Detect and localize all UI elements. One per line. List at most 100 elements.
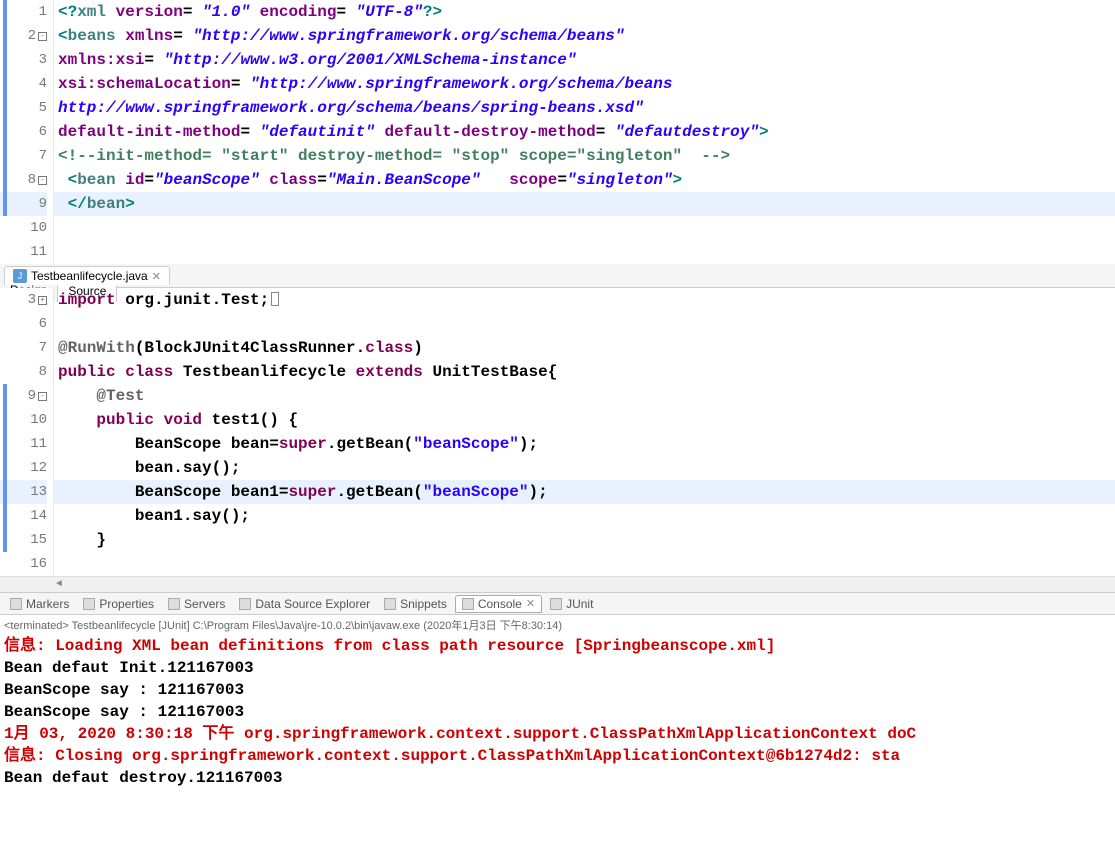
view-tab-servers[interactable]: Servers bbox=[162, 596, 231, 612]
code-line[interactable]: public void test1() { bbox=[54, 408, 1115, 432]
line-number: 15 bbox=[30, 532, 47, 548]
scroll-left-icon[interactable]: ◄ bbox=[52, 578, 66, 592]
console-line: Bean defaut destroy.121167003 bbox=[4, 767, 1111, 789]
java-file-icon: J bbox=[13, 269, 27, 283]
change-marker-icon bbox=[3, 0, 7, 216]
view-tab-junit[interactable]: JUnit bbox=[544, 596, 599, 612]
line-number: 6 bbox=[39, 124, 47, 140]
code-line[interactable]: @RunWith(BlockJUnit4ClassRunner.class) bbox=[54, 336, 1115, 360]
java-editor-panel: J Testbeanlifecycle.java ✕ 3+ 6 7 8 9- 1… bbox=[0, 264, 1115, 593]
code-line[interactable]: </bean> bbox=[54, 192, 1115, 216]
console-line: BeanScope say : 121167003 bbox=[4, 679, 1111, 701]
cursor-icon bbox=[271, 292, 279, 306]
console-line: BeanScope say : 121167003 bbox=[4, 701, 1111, 723]
line-number: 6 bbox=[39, 316, 47, 332]
line-number: 11 bbox=[30, 244, 47, 260]
fold-minus-icon[interactable]: - bbox=[38, 392, 47, 401]
line-number: 16 bbox=[30, 556, 47, 572]
view-label: Data Source Explorer bbox=[255, 597, 370, 611]
line-number: 8 bbox=[39, 364, 47, 380]
properties-icon bbox=[83, 598, 95, 610]
code-line[interactable]: http://www.springframework.org/schema/be… bbox=[54, 96, 1115, 120]
code-line[interactable] bbox=[54, 240, 1115, 264]
view-tab-markers[interactable]: Markers bbox=[4, 596, 75, 612]
console-line: 1月 03, 2020 8:30:18 下午 org.springframewo… bbox=[4, 723, 1111, 745]
servers-icon bbox=[168, 598, 180, 610]
java-gutter: 3+ 6 7 8 9- 10 11 12 13 14 15 16 bbox=[0, 288, 54, 576]
view-tab-properties[interactable]: Properties bbox=[77, 596, 160, 612]
line-number: 10 bbox=[30, 412, 47, 428]
code-line[interactable]: bean1.say(); bbox=[54, 504, 1115, 528]
xml-editor-area[interactable]: 1 2- 3 4 5 6 7 8- 9 10 11 <?xml version=… bbox=[0, 0, 1115, 264]
fold-minus-icon[interactable]: - bbox=[38, 32, 47, 41]
close-icon[interactable]: ✕ bbox=[152, 270, 161, 283]
java-code-body[interactable]: import org.junit.Test; @RunWith(BlockJUn… bbox=[54, 288, 1115, 576]
dse-icon bbox=[239, 598, 251, 610]
line-number: 10 bbox=[30, 220, 47, 236]
code-line[interactable]: <?xml version= "1.0" encoding= "UTF-8"?> bbox=[54, 0, 1115, 24]
line-number: 12 bbox=[30, 460, 47, 476]
console-line: 信息: Closing org.springframework.context.… bbox=[4, 745, 1111, 767]
console-line: 信息: Loading XML bean definitions from cl… bbox=[4, 635, 1111, 657]
xml-gutter: 1 2- 3 4 5 6 7 8- 9 10 11 bbox=[0, 0, 54, 264]
line-number: 9 bbox=[39, 196, 47, 212]
line-number: 9 bbox=[28, 388, 36, 404]
java-editor-area[interactable]: 3+ 6 7 8 9- 10 11 12 13 14 15 16 import … bbox=[0, 288, 1115, 576]
xml-editor-panel: 1 2- 3 4 5 6 7 8- 9 10 11 <?xml version=… bbox=[0, 0, 1115, 264]
code-line[interactable]: <beans xmlns= "http://www.springframewor… bbox=[54, 24, 1115, 48]
line-number: 7 bbox=[39, 148, 47, 164]
snippets-icon bbox=[384, 598, 396, 610]
line-number: 5 bbox=[39, 100, 47, 116]
code-line[interactable]: <bean id="beanScope" class="Main.BeanSco… bbox=[54, 168, 1115, 192]
markers-icon bbox=[10, 598, 22, 610]
view-label: Properties bbox=[99, 597, 154, 611]
view-label: Servers bbox=[184, 597, 225, 611]
console-terminated-label: <terminated> Testbeanlifecycle [JUnit] C… bbox=[0, 615, 1115, 635]
view-label: Console bbox=[478, 597, 522, 611]
views-tabs: Markers Properties Servers Data Source E… bbox=[0, 593, 1115, 615]
code-line[interactable] bbox=[54, 216, 1115, 240]
line-number: 2 bbox=[28, 28, 36, 44]
line-number: 3 bbox=[39, 52, 47, 68]
views-panel: Markers Properties Servers Data Source E… bbox=[0, 593, 1115, 789]
code-line[interactable]: } bbox=[54, 528, 1115, 552]
horizontal-scrollbar[interactable]: ◄ bbox=[0, 576, 1115, 592]
code-line[interactable]: @Test bbox=[54, 384, 1115, 408]
view-tab-console[interactable]: Console ✕ bbox=[455, 595, 542, 613]
line-number: 7 bbox=[39, 340, 47, 356]
view-label: Snippets bbox=[400, 597, 447, 611]
file-tab-testbeanlifecycle[interactable]: J Testbeanlifecycle.java ✕ bbox=[4, 266, 170, 285]
code-line[interactable]: <!--init-method= "start" destroy-method=… bbox=[54, 144, 1115, 168]
fold-plus-icon[interactable]: + bbox=[38, 296, 47, 305]
console-line: Bean defaut Init.121167003 bbox=[4, 657, 1111, 679]
line-number: 1 bbox=[39, 4, 47, 20]
console-output[interactable]: 信息: Loading XML bean definitions from cl… bbox=[0, 635, 1115, 789]
code-line[interactable] bbox=[54, 312, 1115, 336]
code-line[interactable]: default-init-method= "defautinit" defaul… bbox=[54, 120, 1115, 144]
code-line[interactable]: BeanScope bean1=super.getBean("beanScope… bbox=[54, 480, 1115, 504]
line-number: 8 bbox=[28, 172, 36, 188]
code-line[interactable]: xsi:schemaLocation= "http://www.springfr… bbox=[54, 72, 1115, 96]
xml-code-body[interactable]: <?xml version= "1.0" encoding= "UTF-8"?>… bbox=[54, 0, 1115, 264]
java-file-tabs: J Testbeanlifecycle.java ✕ bbox=[0, 264, 1115, 288]
code-line[interactable]: public class Testbeanlifecycle extends U… bbox=[54, 360, 1115, 384]
view-tab-snippets[interactable]: Snippets bbox=[378, 596, 453, 612]
view-tab-data-source-explorer[interactable]: Data Source Explorer bbox=[233, 596, 376, 612]
change-marker-icon bbox=[3, 384, 7, 552]
file-tab-label: Testbeanlifecycle.java bbox=[31, 269, 148, 283]
code-line[interactable] bbox=[54, 552, 1115, 576]
code-line[interactable]: BeanScope bean=super.getBean("beanScope"… bbox=[54, 432, 1115, 456]
console-icon bbox=[462, 598, 474, 610]
view-label: JUnit bbox=[566, 597, 593, 611]
view-label: Markers bbox=[26, 597, 69, 611]
line-number: 11 bbox=[30, 436, 47, 452]
line-number: 3 bbox=[28, 292, 36, 308]
line-number: 13 bbox=[30, 484, 47, 500]
line-number: 14 bbox=[30, 508, 47, 524]
code-line[interactable]: bean.say(); bbox=[54, 456, 1115, 480]
close-icon[interactable]: ✕ bbox=[526, 597, 535, 610]
line-number: 4 bbox=[39, 76, 47, 92]
code-line[interactable]: xmlns:xsi= "http://www.w3.org/2001/XMLSc… bbox=[54, 48, 1115, 72]
fold-minus-icon[interactable]: - bbox=[38, 176, 47, 185]
code-line[interactable]: import org.junit.Test; bbox=[54, 288, 1115, 312]
